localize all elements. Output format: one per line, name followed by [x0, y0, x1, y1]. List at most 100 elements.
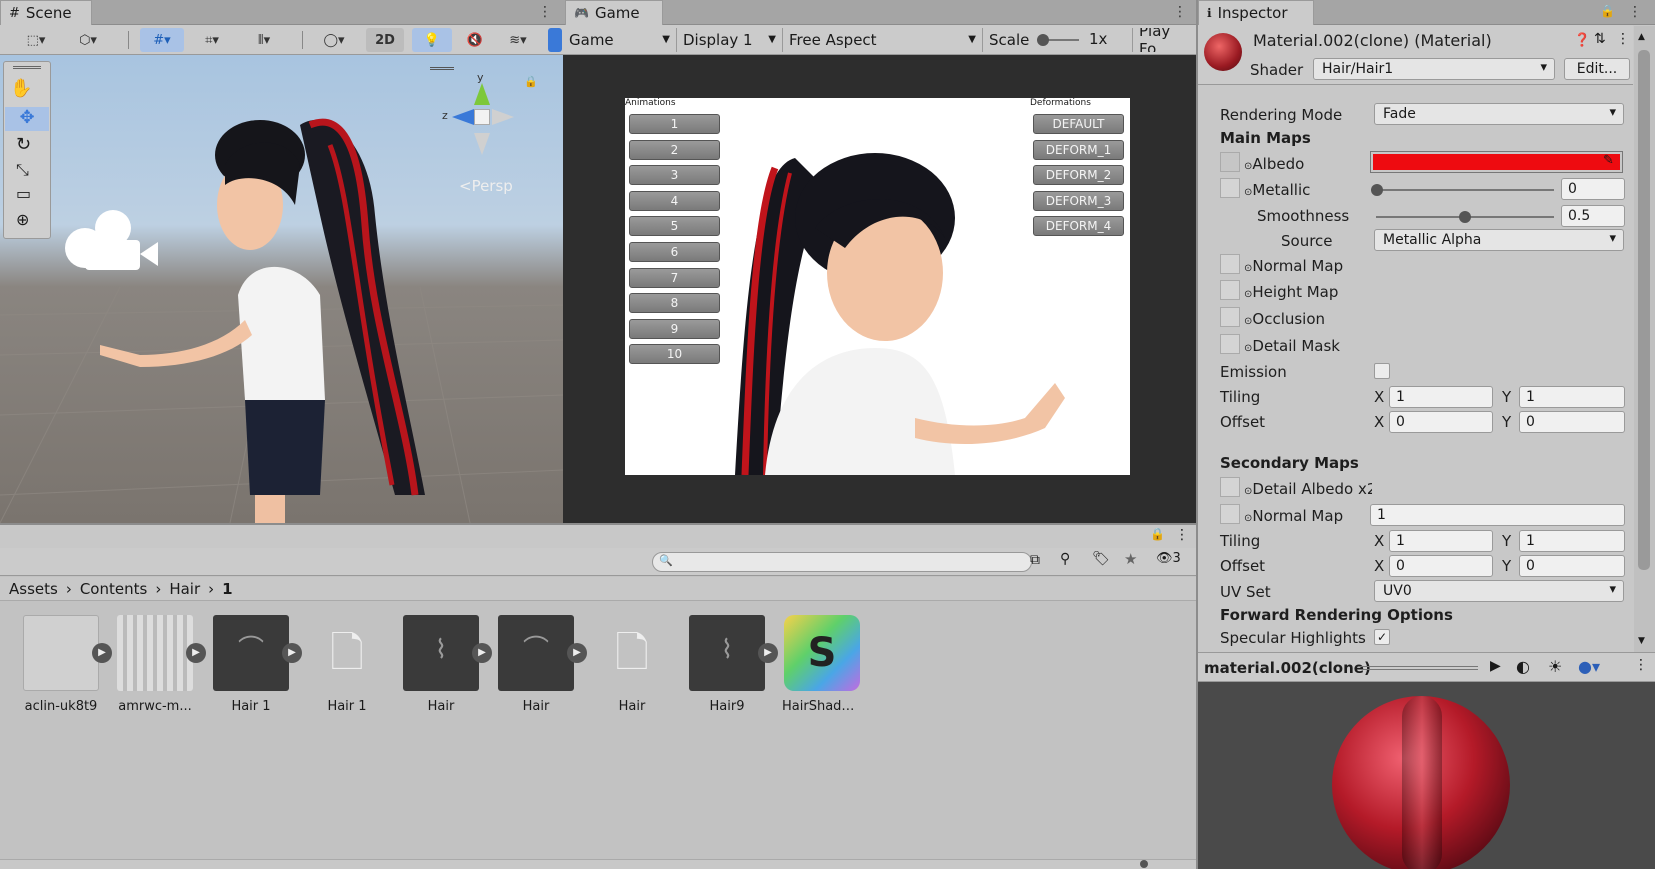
- display-dropdown[interactable]: Display 1 ▼: [677, 28, 783, 52]
- asset-item[interactable]: ⌇ Hair ▶: [401, 615, 492, 714]
- animation-button-6[interactable]: 6: [629, 242, 720, 262]
- scale-slider-knob[interactable]: [1037, 34, 1049, 46]
- effects-layers-icon[interactable]: ≋▾: [496, 28, 540, 52]
- breadcrumb-item-contents[interactable]: Contents: [80, 580, 147, 598]
- tiling-y-field[interactable]: 1: [1519, 386, 1625, 408]
- transform-tool-icon[interactable]: ⊕: [16, 210, 29, 229]
- deform-button-2[interactable]: DEFORM_2: [1033, 165, 1124, 186]
- camera-gizmo-icon[interactable]: [65, 210, 160, 270]
- asset-item[interactable]: S HairShader1: [782, 615, 862, 714]
- hand-tool-icon[interactable]: ✋: [10, 78, 32, 99]
- uv-set-dropdown[interactable]: UV0: [1374, 580, 1624, 602]
- secondary-offset-x-field[interactable]: 0: [1389, 555, 1493, 577]
- expand-arrow-icon[interactable]: ▶: [186, 643, 206, 663]
- audio-grid-icon[interactable]: ⦀▾: [242, 28, 286, 52]
- increment-snap-icon[interactable]: ⌗▾: [190, 28, 234, 52]
- expand-arrow-icon[interactable]: ▶: [758, 643, 778, 663]
- albedo-color-field[interactable]: [1370, 151, 1623, 173]
- expand-arrow-icon[interactable]: ▶: [472, 643, 492, 663]
- tiling-x-field[interactable]: 1: [1389, 386, 1493, 408]
- palette-handle-icon[interactable]: [13, 66, 41, 69]
- asset-item[interactable]: 🗋 Hair: [592, 615, 672, 714]
- deform-button-1[interactable]: DEFORM_1: [1033, 139, 1124, 160]
- shader-dropdown[interactable]: Hair/Hair1: [1313, 58, 1555, 80]
- offset-y-field[interactable]: 0: [1519, 411, 1625, 433]
- preview-play-icon[interactable]: ▶: [1490, 658, 1501, 674]
- filter-type-icon[interactable]: ⚲: [1060, 551, 1070, 567]
- detail-albedo-slot[interactable]: [1220, 477, 1240, 497]
- secondary-normal-scale-field[interactable]: 1: [1370, 504, 1625, 526]
- animation-button-10[interactable]: 10: [629, 344, 720, 365]
- inspector-lock-icon[interactable]: 🔒: [1600, 4, 1615, 18]
- occlusion-slot[interactable]: [1220, 307, 1240, 327]
- animation-button-8[interactable]: 8: [629, 293, 720, 314]
- asset-item[interactable]: ⌒ Hair ▶: [496, 615, 587, 714]
- tab-scene[interactable]: # Scene: [0, 0, 92, 25]
- shading-sphere-icon[interactable]: ◯▾: [314, 28, 354, 52]
- project-lock-icon[interactable]: 🔒: [1150, 527, 1165, 541]
- asset-item[interactable]: ⌒ Hair 1 ▶: [211, 615, 302, 714]
- zoom-slider-knob[interactable]: [1140, 860, 1148, 868]
- metallic-slider-knob[interactable]: [1371, 184, 1383, 196]
- game-menu-icon[interactable]: ⋮: [1173, 4, 1187, 20]
- asset-item[interactable]: ⌇ Hair9 ▶: [687, 615, 778, 714]
- grid-snap-icon[interactable]: #▾: [140, 28, 184, 52]
- smoothness-slider-knob[interactable]: [1459, 211, 1471, 223]
- specular-highlights-checkbox[interactable]: ✓: [1374, 629, 1390, 645]
- metallic-slider[interactable]: [1376, 189, 1554, 191]
- metallic-texture-slot[interactable]: [1220, 178, 1240, 198]
- orientation-gizmo[interactable]: y z: [440, 71, 530, 161]
- scene-visibility-icon[interactable]: [548, 28, 562, 52]
- inspector-menu-icon[interactable]: ⋮: [1628, 4, 1642, 20]
- expand-arrow-icon[interactable]: ▶: [567, 643, 587, 663]
- asset-search-input[interactable]: 🔍: [652, 552, 1032, 572]
- favorite-star-icon[interactable]: ★: [1124, 550, 1137, 568]
- scale-tool-icon[interactable]: ⤡: [16, 160, 29, 180]
- animation-button-2[interactable]: 2: [629, 139, 720, 160]
- breadcrumb-item-hair[interactable]: Hair: [169, 580, 200, 598]
- animation-button-5[interactable]: 5: [629, 216, 720, 237]
- breadcrumb-item-current[interactable]: 1: [222, 580, 232, 598]
- deform-button-4[interactable]: DEFORM_4: [1033, 216, 1124, 237]
- emission-checkbox[interactable]: [1374, 363, 1390, 379]
- tab-inspector[interactable]: ℹ Inspector: [1198, 0, 1314, 25]
- detail-mask-slot[interactable]: [1220, 334, 1240, 354]
- eyedropper-icon[interactable]: ✎: [1603, 153, 1614, 168]
- component-menu-icon[interactable]: ⋮: [1616, 31, 1630, 47]
- scrollbar-thumb[interactable]: [1638, 50, 1650, 570]
- gizmo-handle-icon[interactable]: [430, 67, 454, 70]
- asset-item[interactable]: 🗋 Hair 1: [307, 615, 387, 714]
- lighting-icon[interactable]: 💡: [412, 28, 452, 52]
- scroll-up-icon[interactable]: ▲: [1638, 32, 1645, 42]
- preview-light-icon[interactable]: ☀: [1548, 657, 1562, 676]
- preview-menu-icon[interactable]: ⋮: [1634, 657, 1648, 673]
- preview-drag-handle[interactable]: [1358, 666, 1478, 670]
- audio-mute-icon[interactable]: 🔇: [460, 28, 490, 52]
- render-cube-icon[interactable]: ⬡▾: [66, 28, 110, 52]
- albedo-texture-slot[interactable]: [1220, 152, 1240, 172]
- aspect-dropdown[interactable]: Free Aspect ▼: [783, 28, 983, 52]
- animation-button-4[interactable]: 4: [629, 190, 720, 211]
- expand-arrow-icon[interactable]: ▶: [282, 643, 302, 663]
- move-tool-icon[interactable]: ✥: [5, 107, 49, 131]
- persp-label[interactable]: <Persp: [459, 177, 513, 195]
- secondary-offset-y-field[interactable]: 0: [1519, 555, 1625, 577]
- breadcrumb-item-assets[interactable]: Assets: [9, 580, 58, 598]
- animation-button-1[interactable]: 1: [629, 114, 720, 134]
- normal-map-slot[interactable]: [1220, 254, 1240, 274]
- metallic-value-field[interactable]: 0: [1561, 178, 1625, 200]
- source-dropdown[interactable]: Metallic Alpha: [1374, 229, 1624, 251]
- scene-menu-icon[interactable]: ⋮: [538, 4, 552, 20]
- scroll-down-icon[interactable]: ▼: [1638, 636, 1645, 646]
- search-window-icon[interactable]: ⧉: [1030, 552, 1040, 568]
- rect-tool-icon[interactable]: ▭: [16, 184, 31, 203]
- deform-button-0[interactable]: DEFAULT: [1033, 114, 1124, 134]
- game-render[interactable]: Animations Deformations 1 2 3 4 5 6 7 8 9 10 DEFA…: [625, 98, 1130, 475]
- project-menu-icon[interactable]: ⋮: [1175, 527, 1189, 543]
- asset-item[interactable]: aclin-uk8t9 ▶: [21, 615, 112, 714]
- height-map-slot[interactable]: [1220, 280, 1240, 300]
- help-icon[interactable]: ❓: [1574, 33, 1590, 48]
- filter-label-icon[interactable]: 🏷: [1092, 551, 1110, 567]
- offset-x-field[interactable]: 0: [1389, 411, 1493, 433]
- secondary-normal-map-slot[interactable]: [1220, 504, 1240, 524]
